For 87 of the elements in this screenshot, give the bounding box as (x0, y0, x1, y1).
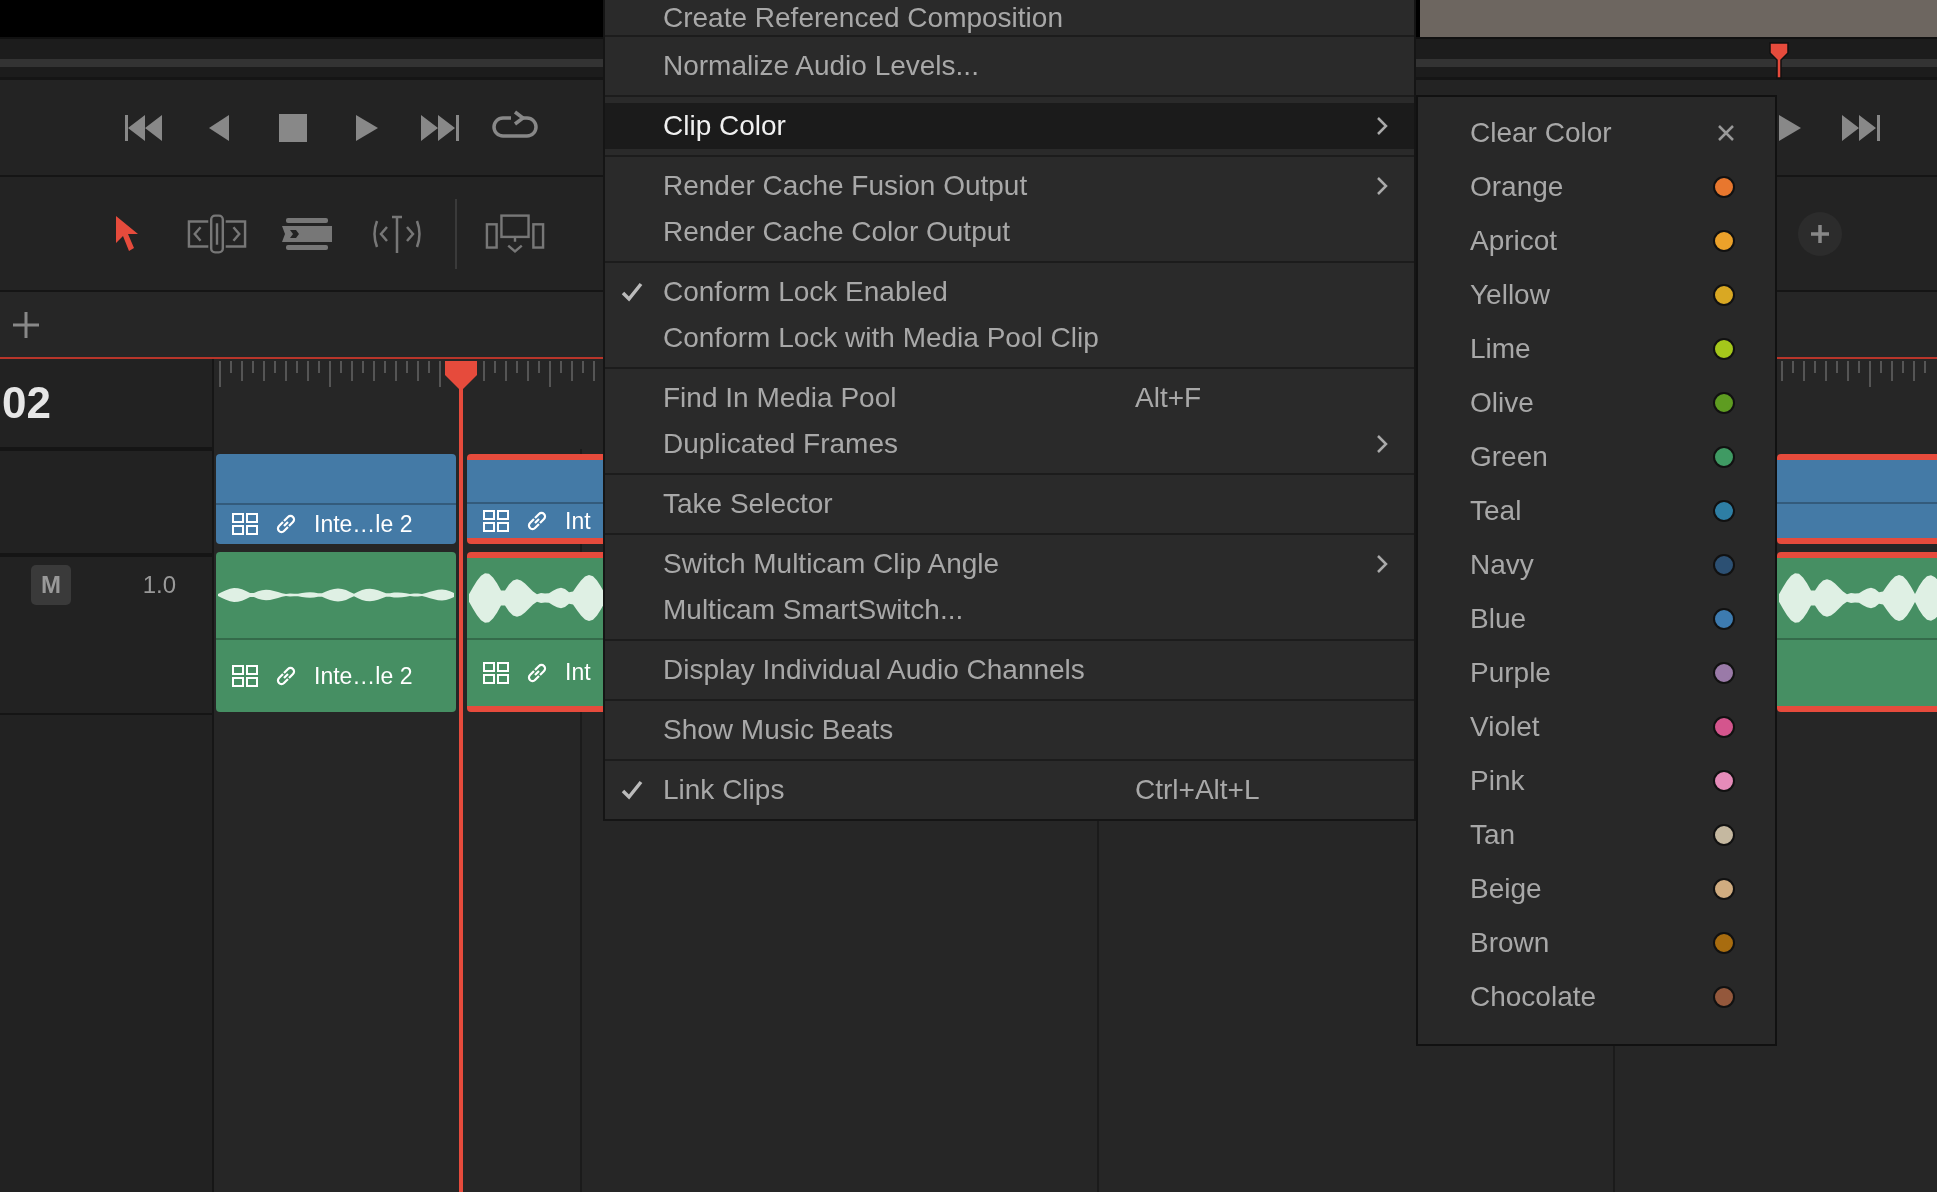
color-name: Navy (1470, 549, 1534, 581)
menu-item[interactable]: Conform Lock with Media Pool Clip (605, 315, 1414, 361)
menu-item[interactable]: Display Individual Audio Channels (605, 647, 1414, 693)
video-clip[interactable]: Inte…le 2 (216, 454, 456, 544)
color-name: Teal (1470, 495, 1522, 527)
menu-item-label: Clip Color (663, 110, 786, 142)
menu-item[interactable]: Clear Color (1418, 106, 1775, 160)
menu-item[interactable]: Brown (1418, 916, 1775, 970)
multicam-grid-icon (232, 513, 258, 536)
menu-item[interactable]: Purple (1418, 646, 1775, 700)
shortcut-text: Alt+F (1135, 382, 1202, 414)
shortcut-text: Ctrl+Alt+L (1135, 774, 1260, 806)
menu-item[interactable]: Tan (1418, 808, 1775, 862)
menu-item-label: Duplicated Frames (663, 428, 898, 460)
color-name: Olive (1470, 387, 1534, 419)
video-clip[interactable] (1777, 454, 1937, 544)
menu-item[interactable]: Conform Lock Enabled (605, 269, 1414, 315)
color-name: Blue (1470, 603, 1527, 635)
color-name: Pink (1470, 765, 1525, 797)
menu-item-label: Find In Media Pool (663, 382, 897, 414)
menu-item[interactable]: Find In Media Pool Alt+F (605, 375, 1414, 421)
menu-item-label: Conform Lock with Media Pool Clip (663, 322, 1099, 354)
color-name: Brown (1470, 927, 1550, 959)
audio-clip[interactable] (1777, 552, 1937, 712)
menu-item[interactable]: Multicam SmartSwitch... (605, 587, 1414, 633)
menu-item[interactable]: Yellow (1418, 268, 1775, 322)
menu-item-label: Show Music Beats (663, 714, 894, 746)
color-name: Violet (1470, 711, 1540, 743)
checkmark-icon (621, 780, 643, 800)
clip-name: Int (565, 507, 591, 535)
clip-name: Inte…le 2 (314, 662, 413, 690)
audio-clip[interactable]: Inte…le 2 (216, 552, 456, 712)
menu-item[interactable]: Olive (1418, 376, 1775, 430)
menu-item-label: Take Selector (663, 488, 833, 520)
color-name: Lime (1470, 333, 1531, 365)
menu-item[interactable]: Render Cache Color Output (605, 209, 1414, 255)
menu-item[interactable]: Render Cache Fusion Output (605, 163, 1414, 209)
add-track-icon[interactable] (11, 309, 41, 340)
menu-item[interactable]: Apricot (1418, 214, 1775, 268)
menu-item-label: Link Clips (663, 774, 785, 806)
menu-item[interactable]: Violet (1418, 700, 1775, 754)
menu-item[interactable]: Switch Multicam Clip Angle (605, 541, 1414, 587)
menu-item-label: Create Referenced Composition (663, 1, 1063, 34)
playhead[interactable] (443, 359, 479, 1192)
mute-button[interactable]: M (31, 565, 71, 605)
multicam-grid-icon (232, 665, 258, 688)
menu-item[interactable]: Link Clips Ctrl+Alt+L (605, 767, 1414, 813)
menu-item[interactable]: Show Music Beats (605, 707, 1414, 753)
multicam-grid-icon (483, 510, 509, 533)
menu-item[interactable]: Take Selector (605, 481, 1414, 527)
multicam-grid-icon (483, 661, 509, 684)
menu-item[interactable]: Blue (1418, 592, 1775, 646)
menu-item-label: Switch Multicam Clip Angle (663, 548, 1000, 580)
menu-item-label: Normalize Audio Levels... (663, 50, 979, 82)
playhead-marker-icon[interactable] (1768, 41, 1790, 79)
menu-item[interactable]: Clip Color (605, 103, 1414, 149)
color-name: Apricot (1470, 225, 1558, 257)
close-icon (1717, 124, 1735, 142)
color-name: Chocolate (1470, 981, 1597, 1013)
add-icon[interactable] (1798, 211, 1842, 256)
menu-item-label: Multicam SmartSwitch... (663, 594, 964, 626)
menu-item-label: Render Cache Fusion Output (663, 170, 1028, 202)
menu-item-label: Display Individual Audio Channels (663, 654, 1085, 686)
color-name: Tan (1470, 819, 1516, 851)
menu-item[interactable]: Duplicated Frames (605, 421, 1414, 467)
menu-item[interactable]: Orange (1418, 160, 1775, 214)
menu-item-label: Conform Lock Enabled (663, 276, 948, 308)
checkmark-icon (621, 282, 643, 302)
menu-item[interactable]: Teal (1418, 484, 1775, 538)
menu-item-label: Render Cache Color Output (663, 216, 1011, 248)
clip-name: Inte…le 2 (314, 510, 413, 538)
menu-item[interactable]: Green (1418, 430, 1775, 484)
color-name: Orange (1470, 171, 1564, 203)
menu-item[interactable]: Pink (1418, 754, 1775, 808)
clip-name: Int (565, 659, 591, 687)
color-name: Yellow (1470, 279, 1550, 311)
menu-item[interactable]: Lime (1418, 322, 1775, 376)
menu-item[interactable]: Navy (1418, 538, 1775, 592)
volume-level-text: 1.0 (142, 571, 176, 599)
color-name: Purple (1470, 657, 1551, 689)
timecode-text: 02 (2, 378, 51, 428)
color-name: Clear Color (1470, 117, 1612, 149)
color-name: Green (1470, 441, 1548, 473)
menu-item[interactable]: Normalize Audio Levels... (605, 43, 1414, 89)
menu-item[interactable]: Chocolate (1418, 970, 1775, 1024)
menu-item[interactable]: Beige (1418, 862, 1775, 916)
color-name: Beige (1470, 873, 1542, 905)
